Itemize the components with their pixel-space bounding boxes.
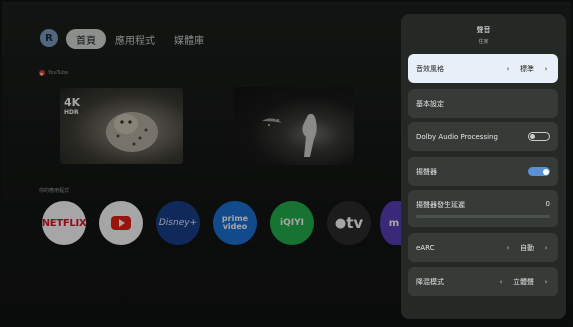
apple-tv-logo-text: tv bbox=[346, 214, 364, 232]
setting-label: 音效風格 bbox=[416, 64, 444, 73]
tab-home[interactable]: 首頁 bbox=[66, 29, 106, 49]
setting-label: 揚聲器發生延遲 bbox=[416, 200, 465, 209]
iqiyi-logo: iQIYI bbox=[280, 218, 304, 228]
partial-app-logo: m bbox=[388, 217, 400, 229]
app-youtube[interactable] bbox=[99, 201, 143, 245]
toggle-switch-on[interactable] bbox=[528, 167, 550, 176]
setting-label: 揚聲器 bbox=[416, 167, 437, 176]
setting-basic-settings[interactable]: 基本設定 bbox=[408, 89, 558, 118]
setting-sound-style[interactable]: 音效風格 ‹ 標準 › bbox=[408, 54, 558, 83]
youtube-row-header: ▶ YouTube bbox=[39, 70, 68, 76]
chevron-right-icon[interactable]: › bbox=[542, 244, 550, 252]
toggle-knob bbox=[530, 134, 535, 139]
prime-logo-line2: video bbox=[222, 222, 248, 231]
setting-downmix-mode[interactable]: 降混模式 ‹ 立體聲 › bbox=[408, 267, 558, 296]
setting-dolby-audio-processing[interactable]: Dolby Audio Processing bbox=[408, 122, 558, 151]
youtube-row-label: YouTube bbox=[48, 70, 69, 76]
prime-video-logo: prime video bbox=[222, 215, 248, 231]
toggle-knob bbox=[543, 168, 549, 175]
disney-plus-logo: Disney+ bbox=[158, 218, 198, 228]
setting-earc[interactable]: eARC ‹ 自動 › bbox=[408, 233, 558, 262]
setting-value: 0 bbox=[545, 199, 550, 208]
setting-value: 標準 bbox=[520, 64, 534, 73]
apps-row-label: 你的應用程式 bbox=[39, 188, 70, 194]
performer-silhouette-image bbox=[262, 113, 317, 157]
video-thumbnail-performer[interactable] bbox=[234, 87, 354, 165]
setting-label: 基本設定 bbox=[416, 99, 444, 108]
toggle-switch-off[interactable] bbox=[528, 132, 550, 141]
badge-4k: 4K bbox=[64, 96, 81, 109]
video-thumbnail-snow-leopard[interactable]: 4K HDR bbox=[60, 88, 183, 164]
sound-settings-panel: 聲音 住家 音效風格 ‹ 標準 › 基本設定 Dolby Audio Proce… bbox=[401, 14, 566, 319]
tab-apps[interactable]: 應用程式 bbox=[115, 29, 155, 49]
tab-library[interactable]: 媒體庫 bbox=[174, 29, 204, 49]
app-prime-video[interactable]: prime video bbox=[213, 201, 257, 245]
setting-value: 立體聲 bbox=[513, 277, 534, 286]
setting-speaker-delay[interactable]: 揚聲器發生延遲 0 bbox=[408, 190, 558, 227]
chevron-right-icon[interactable]: › bbox=[542, 65, 550, 73]
setting-label: Dolby Audio Processing bbox=[416, 132, 498, 141]
youtube-logo-icon bbox=[111, 216, 131, 230]
badge-hdr: HDR bbox=[64, 109, 79, 116]
panel-title: 聲音 bbox=[476, 26, 491, 34]
app-apple-tv[interactable]: ● tv bbox=[327, 201, 371, 245]
setting-label: 降混模式 bbox=[416, 277, 444, 286]
chevron-left-icon[interactable]: ‹ bbox=[497, 278, 505, 286]
app-iqiyi[interactable]: iQIYI bbox=[270, 201, 314, 245]
chevron-left-icon[interactable]: ‹ bbox=[504, 244, 512, 252]
youtube-play-icon: ▶ bbox=[39, 70, 45, 76]
setting-value: 自動 bbox=[520, 243, 534, 252]
app-disney-plus[interactable]: Disney+ bbox=[156, 201, 200, 245]
chevron-right-icon[interactable]: › bbox=[542, 278, 550, 286]
panel-subtitle: 住家 bbox=[478, 39, 489, 45]
setting-label: eARC bbox=[416, 243, 435, 252]
delay-slider-track[interactable] bbox=[416, 214, 550, 218]
setting-speakers[interactable]: 揚聲器 bbox=[408, 157, 558, 186]
apple-logo-icon: ● bbox=[334, 215, 347, 231]
tv-home-screen: R 首頁 應用程式 媒體庫 ▶ YouTube 4K HDR 你的應用程式 NE… bbox=[2, 2, 571, 325]
netflix-logo: NETFLIX bbox=[41, 217, 87, 229]
chevron-left-icon[interactable]: ‹ bbox=[504, 65, 512, 73]
profile-avatar[interactable]: R bbox=[40, 29, 58, 47]
app-netflix[interactable]: NETFLIX bbox=[41, 201, 87, 245]
